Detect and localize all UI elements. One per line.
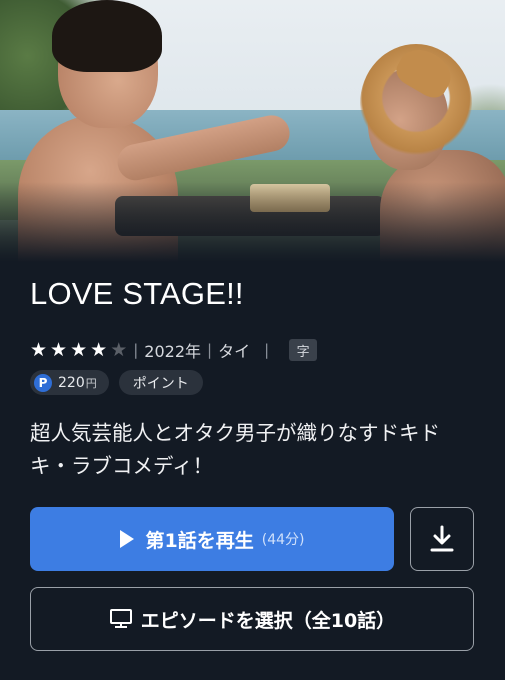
point-icon: P: [34, 373, 52, 392]
meta-row: ★ ★ ★ ★ ★ | 2022年 | タイ | 字: [30, 338, 318, 362]
star-empty-icon: ★: [110, 338, 128, 361]
episode-duration: (44分): [261, 532, 305, 548]
subtitle-badge: 字: [289, 339, 318, 361]
price-pills: P 220 円 ポイント: [30, 370, 203, 395]
download-button[interactable]: [410, 507, 474, 571]
select-episode-button[interactable]: エピソードを選択（全10話）: [30, 587, 474, 651]
description: 超人気芸能人とオタク男子が織りなすドキドキ・ラブコメディ！: [30, 421, 440, 478]
play-episode-button[interactable]: 第1話を再生 (44分): [30, 507, 394, 571]
separator: |: [133, 341, 139, 359]
star-icon: ★: [50, 338, 68, 361]
country: タイ: [218, 342, 251, 361]
download-icon: [430, 525, 454, 552]
rating-stars: ★ ★ ★ ★ ★: [30, 338, 128, 361]
separator: |: [264, 341, 270, 359]
play-button-label: 第1話を再生: [145, 529, 254, 552]
episode-button-label: エピソードを選択（全10話）: [140, 609, 396, 632]
tv-icon: [109, 609, 132, 628]
release-year: 2022年: [144, 342, 202, 361]
star-icon: ★: [70, 338, 88, 361]
price-badge: P 220 円: [30, 370, 109, 395]
price-amount: 220: [58, 374, 85, 391]
page-title: LOVE STAGE!!: [30, 276, 244, 311]
hero-image: [0, 0, 505, 262]
star-icon: ★: [90, 338, 108, 361]
points-badge: ポイント: [118, 370, 203, 395]
play-icon: [119, 530, 134, 548]
separator: |: [207, 341, 213, 359]
star-icon: ★: [30, 338, 48, 361]
price-unit: 円: [85, 376, 97, 390]
